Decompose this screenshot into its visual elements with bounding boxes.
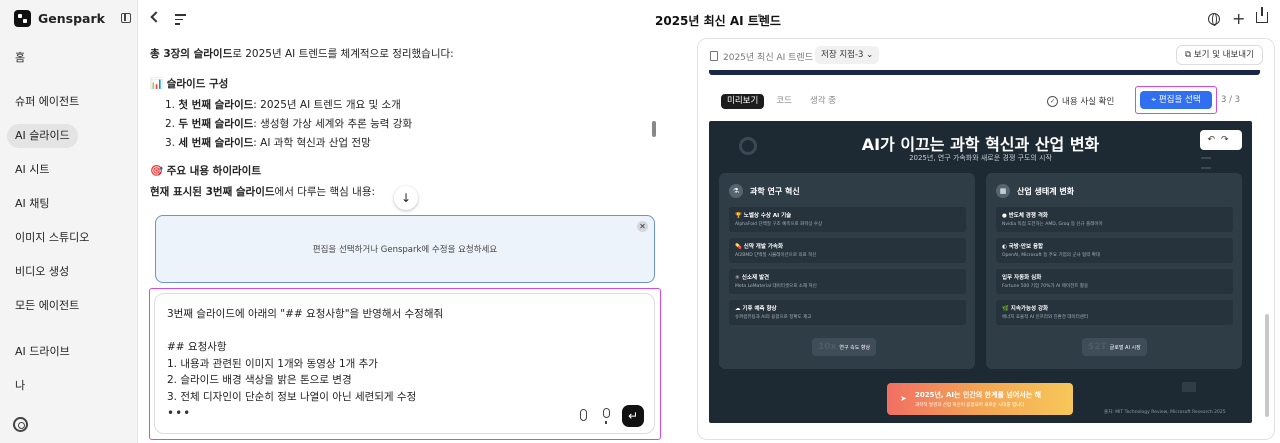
slide-preview[interactable]: AI가 이끄는 과학 혁신과 산업 변화 2025년, 연구 가속화와 새로운 … — [709, 121, 1252, 423]
undo-icon[interactable]: ↶ — [1207, 135, 1221, 145]
sidebar-item-ai-chat[interactable]: AI 채팅 — [7, 192, 58, 216]
enter-icon: ↵ — [627, 409, 639, 423]
close-icon[interactable]: ✕ — [637, 221, 648, 232]
select-edit-button[interactable]: ⌖ 편집을 선택 — [1140, 91, 1212, 109]
share-icon[interactable] — [1256, 7, 1268, 23]
list-item: 3. 세 번째 슬라이드: AI 과학 혁신과 산업 전망 — [165, 137, 371, 149]
panel-scrollbar[interactable] — [1265, 314, 1269, 417]
list-item: 🏆 노벨상 수상 AI 기술 AlphaFold 단백질 구조 예측으로 화학상 … — [729, 207, 966, 232]
list-item: 🌿 지속가능성 강화 에너지 효율적 AI 인프라와 친환경 데이터센터 — [996, 300, 1233, 325]
globe-icon[interactable] — [1208, 13, 1220, 26]
sidebar-item-video[interactable]: 비디오 생성 — [7, 260, 77, 284]
tab-thinking[interactable]: 생각 중 — [804, 94, 842, 109]
pencil-icon[interactable]: ✎ — [757, 13, 765, 24]
card-industry: ▦ 산업 생태계 변화 ● 반도체 경쟁 격화 Nvidia 독점 도전하는 AMD… — [986, 173, 1242, 369]
app-root: Genspark 홈 슈퍼 에이전트 AI 슬라이드 AI 시트 AI 채팅 이… — [0, 0, 1280, 443]
slide-subtitle: 2025년, 연구 가속화와 새로운 경쟁 구도의 시작 — [909, 154, 1052, 162]
scroll-down-button[interactable]: ↓ — [394, 186, 418, 210]
input-highlight: 3번째 슬라이드에 아래의 "## 요청사항"을 반영해서 수정해줘 ## 요청… — [149, 288, 661, 440]
edit-hint-text: 편집을 선택하거나 Genspark에 수정을 요청하세요 — [312, 245, 498, 255]
genspark-logo-icon — [14, 10, 31, 27]
list-item: 입무 자동화 심화 Fortune 500 기업 70%가 AI 에이전트 활용 — [996, 269, 1233, 294]
banner-title: 2025년, AI는 인간의 한계를 넘어서는 해 — [915, 391, 1042, 399]
list-item: 1. 첫 번째 슬라이드: 2025년 AI 트렌드 개요 및 소개 — [165, 99, 401, 111]
chat-scrollbar[interactable] — [652, 121, 656, 137]
sidebar-collapse-icon[interactable] — [121, 13, 131, 23]
sidebar-item-image-studio[interactable]: 이미지 스튜디오 — [7, 226, 97, 250]
arrow-down-icon: ↓ — [400, 191, 412, 205]
page-counter: 3 / 3 — [1221, 95, 1241, 105]
factory-icon: ▦ — [996, 184, 1010, 198]
section-slide-structure: 📊 슬라이드 구성 — [150, 78, 229, 90]
paperclip-icon[interactable] — [580, 409, 587, 421]
rocket-icon: ➤ — [900, 394, 907, 403]
list-item: ● 반도체 경쟁 격화 Nvidia 독점 도전하는 AMD, Groq 등 신규… — [996, 207, 1233, 232]
stat-badge: 10x 연구 속도 향상 — [812, 338, 877, 356]
tab-preview[interactable]: 미리보기 — [721, 94, 765, 109]
card-heading: 산업 생태계 변화 — [1017, 186, 1075, 196]
settings-icon[interactable] — [13, 417, 28, 432]
panel-doc-title: 2025년 최신 AI 트렌드 — [723, 53, 813, 63]
sidebar-item-me[interactable]: 나 — [7, 374, 33, 398]
message-input-text[interactable]: 3번째 슬라이드에 아래의 "## 요청사항"을 반영해서 수정해줘 ## 요청… — [167, 306, 443, 405]
sidebar-item-home[interactable]: 홈 — [7, 46, 33, 70]
sidebar-item-ai-slides[interactable]: AI 슬라이드 — [7, 124, 78, 148]
card-science: ⚗ 과학 연구 혁신 🏆 노벨상 수상 AI 기술 AlphaFold 단백질 구조… — [719, 173, 975, 369]
stat-badge: $2T 글로벌 AI 시장 — [1082, 338, 1147, 356]
slide-source: 출처: MIT Technology Review, Microsoft Res… — [1104, 410, 1226, 415]
list-item: 2. 두 번째 슬라이드: 생성형 가상 세계와 추론 능력 강화 — [165, 118, 413, 130]
chevron-down-icon: ⌄ — [866, 50, 874, 60]
menu-icon[interactable] — [175, 14, 186, 28]
document-icon — [710, 51, 718, 61]
slide-title: AI가 이끄는 과학 혁신과 산업 변화 — [861, 135, 1100, 154]
edit-hint-box: 편집을 선택하거나 Genspark에 수정을 요청하세요 ✕ — [155, 215, 655, 283]
card-heading: 과학 연구 혁신 — [750, 186, 800, 196]
flask-icon: ⚗ — [729, 184, 743, 198]
list-item: 💊 신약 개발 가속화 AI2BMD 단백질 시뮬레이션으로 의료 혁신 — [729, 238, 966, 263]
factory-decor-icon — [1182, 382, 1196, 392]
sidebar: Genspark 홈 슈퍼 에이전트 AI 슬라이드 AI 시트 AI 채팅 이… — [0, 0, 138, 443]
list-item: ☁ 기후 예측 향상 슈퍼컴퓨팅과 AI의 융합으로 정확도 제고 — [729, 300, 966, 325]
sidebar-item-ai-drive[interactable]: AI 드라이브 — [7, 340, 78, 364]
plus-icon[interactable]: + — [1232, 11, 1245, 27]
list-item: ⚛ 신소재 발견 Meta LeMaterial 데이터셋으로 소재 혁신 — [729, 269, 966, 294]
tab-code[interactable]: 코드 — [770, 94, 798, 109]
external-link-icon: ⧉ — [1185, 50, 1192, 60]
export-button[interactable]: ⧉ 보기 및 내보내기 — [1176, 45, 1263, 65]
view-tabs: 미리보기 코드 생각 중 — [721, 94, 842, 109]
list-item: ◐ 국방·안보 융합 OpenAI, Microsoft 등 주요 기업의 군사 … — [996, 238, 1233, 263]
fact-check-button[interactable]: 내용 사실 확인 — [1047, 95, 1114, 107]
chat-panel: 총 3장의 슬라이드로 2025년 AI 트렌드를 체계적으로 정리했습니다: … — [139, 0, 671, 443]
brand-logo[interactable]: Genspark — [14, 10, 105, 27]
undo-redo-controls[interactable]: ↶↷ — [1200, 130, 1242, 150]
preview-panel: 2025년 최신 AI 트렌드 저장 지점-3 ⌄ ⧉ 보기 및 내보내기 미리… — [697, 38, 1275, 440]
version-select[interactable]: 저장 지점-3 ⌄ — [815, 46, 880, 64]
back-icon[interactable] — [150, 11, 162, 23]
message-input[interactable]: 3번째 슬라이드에 아래의 "## 요청사항"을 반영해서 수정해줘 ## 요청… — [154, 293, 655, 434]
previous-slide-edge — [709, 70, 1260, 75]
microphone-icon[interactable] — [603, 408, 610, 424]
sidebar-item-ai-sheets[interactable]: AI 시트 — [7, 158, 58, 182]
sidebar-item-super-agent[interactable]: 슈퍼 에이전트 — [7, 90, 87, 114]
redo-icon[interactable]: ↷ — [1221, 135, 1235, 145]
more-options-icon[interactable]: ••• — [167, 406, 191, 420]
slide-banner: ➤ 2025년, AI는 인간의 한계를 넘어서는 해 과학적 발견과 산업 혁… — [887, 383, 1073, 415]
banner-subtitle: 과학적 발견과 산업 혁신이 융합되어 새로운 시대를 엽니다 — [915, 403, 1025, 408]
sidebar-item-all-agents[interactable]: 모든 에이전트 — [7, 294, 87, 318]
message-current-slide: 현재 표시된 3번째 슬라이드에서 다루는 핵심 내용: — [150, 186, 376, 198]
message-intro: 총 3장의 슬라이드로 2025년 AI 트렌드를 체계적으로 정리했습니다: — [150, 48, 454, 60]
send-button[interactable]: ↵ — [622, 405, 644, 427]
brand-name: Genspark — [38, 11, 105, 26]
section-highlights: 🎯 주요 내용 하이라이트 — [150, 165, 261, 177]
crosshair-icon: ⌖ — [1151, 95, 1157, 105]
